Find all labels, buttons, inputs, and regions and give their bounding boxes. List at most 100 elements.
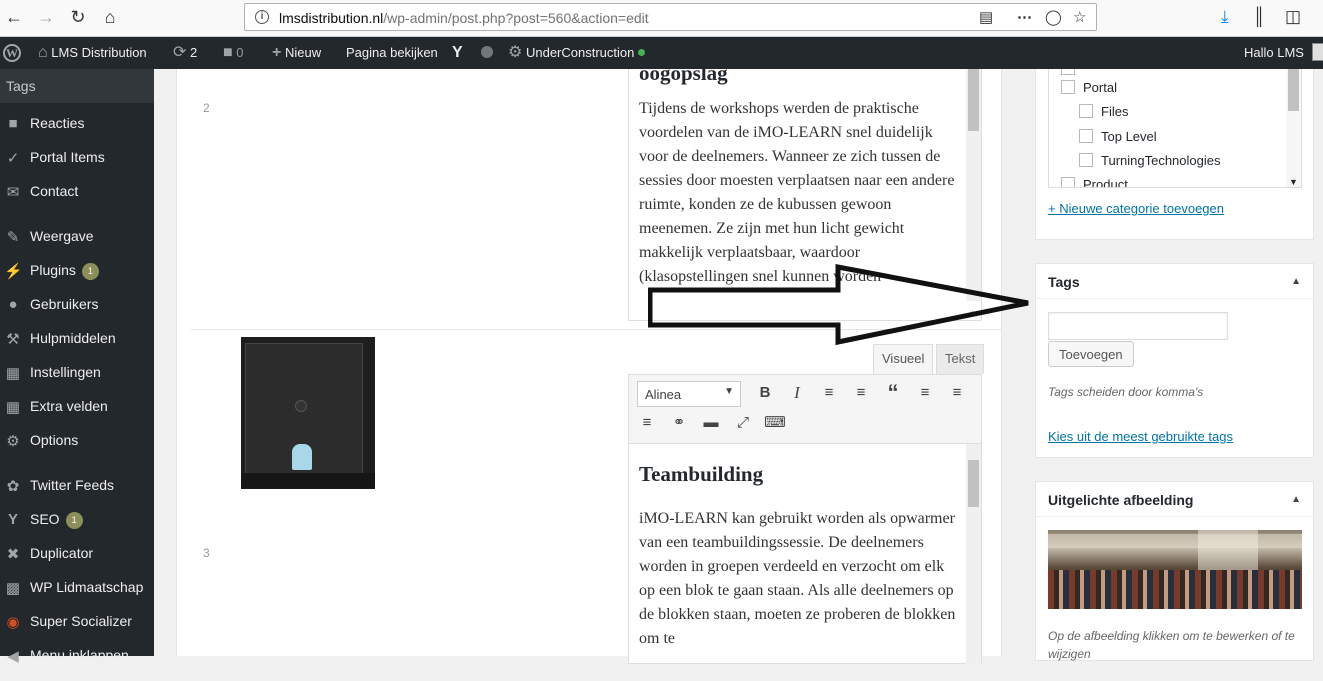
updates-link[interactable]: ⟳ 2 [173, 37, 197, 69]
share-icon: ✖ [6, 546, 20, 563]
numbered-list-button[interactable]: ≡ [849, 381, 873, 405]
scroll-thumb[interactable] [968, 460, 979, 507]
collapse-toggle-icon[interactable]: ▲ [1291, 276, 1301, 287]
plugins-badge: 1 [81, 263, 99, 280]
chevron-down-icon[interactable]: ▼ [1289, 177, 1298, 187]
seo-label: SEO [30, 511, 60, 527]
back-icon[interactable]: ← [2, 6, 26, 30]
bookmark-star-icon[interactable]: ☆ [1073, 8, 1086, 26]
row3-editor-body[interactable]: Teambuilding iMO-LEARN kan gebruikt word… [639, 462, 961, 651]
sidebar-item-weergave[interactable]: ✎ Weergave [0, 228, 154, 262]
sidebar-item-menu-inklappen[interactable]: ◀ Menu inklappen [0, 647, 154, 681]
greeting-link[interactable]: Hallo LMS [1244, 37, 1304, 69]
italic-button[interactable]: I [785, 381, 809, 405]
sidebar-item-twitter-feeds[interactable]: ✿ Twitter Feeds [0, 477, 154, 511]
home-icon: ⌂ [38, 44, 48, 61]
sidebar-item-portal-items[interactable]: ✓ Portal Items [0, 149, 154, 183]
gear-icon: ⚙ [508, 44, 523, 61]
blockquote-button[interactable]: “ [881, 381, 905, 405]
category-item[interactable]: TurningTechnologies [1079, 153, 1220, 168]
library-icon[interactable]: ║ [1253, 7, 1265, 27]
sidebar-icon[interactable]: ◫ [1285, 7, 1301, 27]
brush-icon: ✎ [6, 229, 20, 246]
category-item[interactable]: Files [1079, 104, 1128, 119]
checkbox[interactable] [1061, 80, 1075, 94]
read-more-button[interactable]: ▬ [699, 411, 723, 435]
wordpress-logo-icon[interactable]: W [3, 37, 23, 69]
fullscreen-button[interactable]: ⤢ [731, 411, 755, 435]
twitter-icon: ✿ [6, 478, 20, 495]
checkbox[interactable] [1079, 129, 1093, 143]
comments-link[interactable]: ■ 0 [223, 37, 244, 69]
mail-icon: ✉ [6, 184, 20, 201]
row3-text: iMO-LEARN kan gebruikt worden als opwarm… [639, 510, 956, 647]
add-category-link[interactable]: + Nieuwe categorie toevoegen [1048, 201, 1224, 216]
more-icon[interactable]: ⋯ [1017, 8, 1032, 26]
checkbox[interactable] [1079, 153, 1093, 167]
sidebar-item-label: Portal Items [30, 149, 105, 165]
site-name-link[interactable]: ⌂ LMS Distribution [38, 37, 147, 69]
category-scrollbar[interactable]: ▼ [1286, 69, 1301, 187]
download-icon[interactable]: ⤓ [1221, 7, 1229, 27]
checkbox[interactable] [1061, 69, 1075, 75]
sidebar-item-extra-velden[interactable]: ▦ Extra velden [0, 398, 154, 432]
category-item[interactable] [1061, 69, 1083, 76]
popular-tags-link[interactable]: Kies uit de meest gebruikte tags [1048, 429, 1233, 444]
url-bar[interactable]: i lmsdistribution.nl/wp-admin/post.php?p… [244, 3, 1097, 31]
scroll-thumb[interactable] [968, 69, 979, 131]
pocket-icon[interactable]: ◯ [1045, 8, 1062, 26]
checkbox[interactable] [1061, 177, 1075, 187]
link-button[interactable]: ⚭ [667, 411, 691, 435]
product-cube-image[interactable] [241, 337, 375, 489]
scroll-thumb[interactable] [1288, 69, 1299, 111]
plug-icon: ⚡ [4, 263, 23, 280]
url-domain: lmsdistribution.nl [279, 10, 384, 26]
checkbox[interactable] [1079, 104, 1093, 118]
sidebar-item-reacties[interactable]: ■ Reacties [0, 115, 154, 149]
admin-sidebar: Tags ■ Reacties ✓ Portal Items ✉ Contact ✎ W… [0, 69, 154, 665]
format-select[interactable]: Alinea ▼ [637, 381, 741, 407]
new-link[interactable]: + Nieuw [272, 37, 321, 69]
add-tag-button[interactable]: Toevoegen [1048, 341, 1134, 367]
sidebar-item-super-socializer[interactable]: ◉ Super Socializer [0, 613, 154, 647]
sidebar-item-plugins[interactable]: ⚡ Plugins 1 [0, 262, 154, 296]
sidebar-item-wp-lidmaatschap[interactable]: ▩ WP Lidmaatschap [0, 579, 154, 613]
forward-icon[interactable]: → [34, 6, 58, 30]
tab-visual[interactable]: Visueel [873, 344, 934, 374]
featured-image-thumbnail[interactable] [1048, 530, 1302, 609]
info-icon[interactable]: i [255, 10, 269, 24]
row2-editor-body[interactable]: oogopslag Tijdens de workshops werden de… [639, 61, 961, 289]
align-right-button[interactable]: ≡ [635, 411, 659, 435]
sidebar-item-contact[interactable]: ✉ Contact [0, 183, 154, 217]
sidebar-item-hulpmiddelen[interactable]: ⚒ Hulpmiddelen [0, 330, 154, 364]
row3-editor[interactable]: Teambuilding iMO-LEARN kan gebruikt word… [628, 444, 982, 664]
align-center-button[interactable]: ≡ [945, 381, 969, 405]
sidebar-item-duplicator[interactable]: ✖ Duplicator [0, 545, 154, 579]
bold-button[interactable]: B [753, 381, 777, 405]
yoast-icon[interactable]: Y [452, 37, 463, 69]
url-text[interactable]: lmsdistribution.nl/wp-admin/post.php?pos… [279, 10, 649, 26]
home-icon[interactable]: ⌂ [98, 6, 122, 30]
category-item[interactable]: Product [1061, 177, 1128, 187]
align-left-button[interactable]: ≡ [913, 381, 937, 405]
sidebar-current-submenu-tags[interactable]: Tags [0, 69, 154, 103]
view-page-link[interactable]: Pagina bekijken [346, 37, 438, 69]
sidebar-item-options[interactable]: ⚙ Options [0, 432, 154, 466]
row3-scrollbar[interactable] [966, 444, 981, 664]
category-item[interactable]: Top Level [1079, 129, 1157, 144]
reader-icon[interactable]: ▤ [979, 8, 993, 26]
sidebar-item-instellingen[interactable]: ▦ Instellingen [0, 364, 154, 398]
sidebar-item-gebruikers[interactable]: ● Gebruikers [0, 296, 154, 330]
url-path: /wp-admin/post.php?post=560&action=edit [383, 10, 649, 26]
category-item[interactable]: Portal [1061, 80, 1117, 95]
row-number: 3 [203, 546, 210, 560]
collapse-toggle-icon[interactable]: ▲ [1291, 494, 1301, 505]
toolbar-toggle-button[interactable]: ⌨ [763, 411, 787, 435]
tab-text[interactable]: Tekst [936, 344, 985, 374]
bullet-list-button[interactable]: ≡ [817, 381, 841, 405]
avatar[interactable] [1312, 43, 1323, 61]
reload-icon[interactable]: ↻ [66, 6, 90, 30]
under-construction-link[interactable]: ⚙ UnderConstruction [508, 37, 645, 69]
tag-input[interactable] [1048, 312, 1228, 340]
sidebar-item-seo[interactable]: Y SEO 1 [0, 511, 154, 545]
